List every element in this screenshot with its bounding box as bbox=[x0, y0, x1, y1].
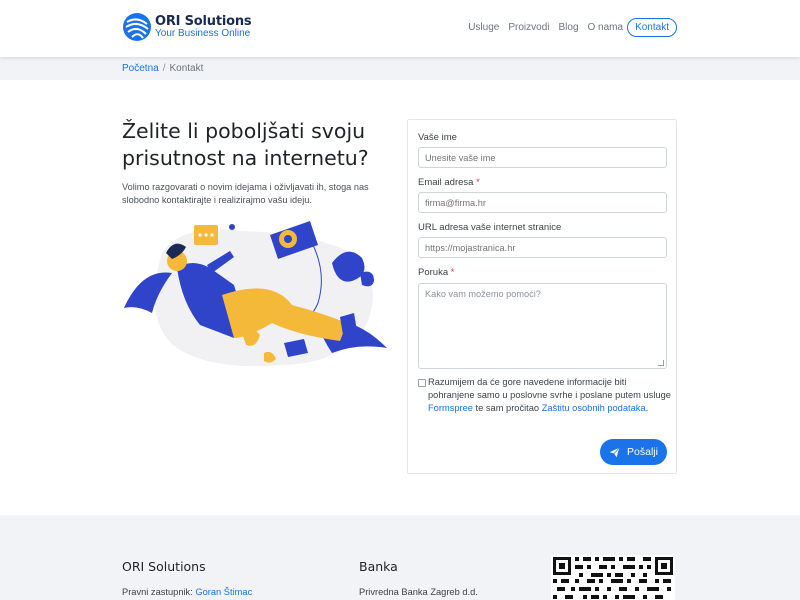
logo-icon bbox=[123, 13, 151, 41]
email-label-text: Email adresa bbox=[418, 177, 474, 188]
qr-code-icon bbox=[551, 555, 675, 600]
url-input[interactable] bbox=[418, 237, 667, 258]
paper-plane-icon bbox=[609, 446, 620, 457]
email-label: Email adresa * bbox=[418, 177, 480, 188]
required-mark: * bbox=[476, 177, 480, 188]
consent-text-part: Razumijem da će gore navedene informacij… bbox=[428, 377, 671, 400]
consent-text: Razumijem da će gore navedene informacij… bbox=[428, 376, 673, 415]
breadcrumb-home-link[interactable]: Početna bbox=[122, 63, 159, 74]
nav-link-proizvodi[interactable]: Proizvodi bbox=[508, 22, 549, 33]
footer-company-title: ORI Solutions bbox=[122, 559, 206, 574]
name-input[interactable] bbox=[418, 147, 667, 168]
email-input[interactable] bbox=[418, 192, 667, 213]
nav-link-o-nama[interactable]: O nama bbox=[588, 22, 624, 33]
breadcrumb-separator: / bbox=[162, 63, 166, 74]
nav-link-kontakt[interactable]: Kontakt bbox=[627, 18, 677, 37]
footer-company-line: Pravni zastupnik: Goran Štimac bbox=[122, 587, 252, 597]
consent-text-part: . bbox=[645, 403, 649, 413]
site-footer: ORI Solutions Pravni zastupnik: Goran Št… bbox=[0, 515, 800, 600]
footer-bank-line: Privredna Banka Zagreb d.d. bbox=[359, 587, 478, 597]
brand-tagline: Your Business Online bbox=[155, 28, 251, 39]
submit-label: Pošalji bbox=[627, 446, 658, 458]
required-mark: * bbox=[450, 267, 455, 278]
name-label: Vaše ime bbox=[418, 132, 457, 143]
submit-button[interactable]: Pošalji bbox=[600, 439, 667, 465]
legal-rep-label: Pravni zastupnik: bbox=[122, 587, 193, 597]
message-label-text: Poruka bbox=[418, 267, 449, 278]
resize-handle-icon[interactable] bbox=[658, 360, 664, 366]
privacy-policy-link[interactable]: Zaštitu osobnih podataka bbox=[542, 403, 646, 413]
url-label: URL adresa vaše internet stranice bbox=[418, 222, 562, 233]
breadcrumb: Početna / Kontakt bbox=[122, 63, 203, 74]
breadcrumb-bar: Početna / Kontakt bbox=[0, 57, 800, 80]
consent-checkbox[interactable] bbox=[418, 379, 426, 387]
brand-name: ORI Solutions bbox=[155, 14, 252, 29]
page-headline: Želite li poboljšati svoju prisutnost na… bbox=[122, 119, 369, 170]
intro-text: Volimo razgovarati o novim idejama i oži… bbox=[122, 182, 369, 205]
nav-link-usluge[interactable]: Usluge bbox=[468, 22, 499, 33]
message-textarea[interactable]: Kako vam možemo pomoći? bbox=[418, 283, 667, 369]
breadcrumb-current: Kontakt bbox=[169, 63, 204, 74]
consent-text-part: te sam pročitao bbox=[475, 403, 540, 413]
person-on-phone-illustration bbox=[124, 221, 387, 367]
message-placeholder: Kako vam možemo pomoći? bbox=[425, 289, 541, 299]
main-nav: Usluge Proizvodi Blog O nama Kontakt bbox=[459, 18, 677, 37]
contact-form: Vaše ime Email adresa * URL adresa vaše … bbox=[407, 119, 677, 474]
nav-link-blog[interactable]: Blog bbox=[558, 22, 578, 33]
brand-logo[interactable]: ORI Solutions Your Business Online bbox=[122, 12, 252, 42]
footer-bank-title: Banka bbox=[359, 559, 398, 574]
legal-rep-link[interactable]: Goran Štimac bbox=[195, 587, 252, 597]
message-label: Poruka * bbox=[418, 267, 454, 278]
site-header: ORI Solutions Your Business Online Uslug… bbox=[0, 0, 800, 57]
formspree-link[interactable]: Formspree bbox=[428, 403, 473, 413]
